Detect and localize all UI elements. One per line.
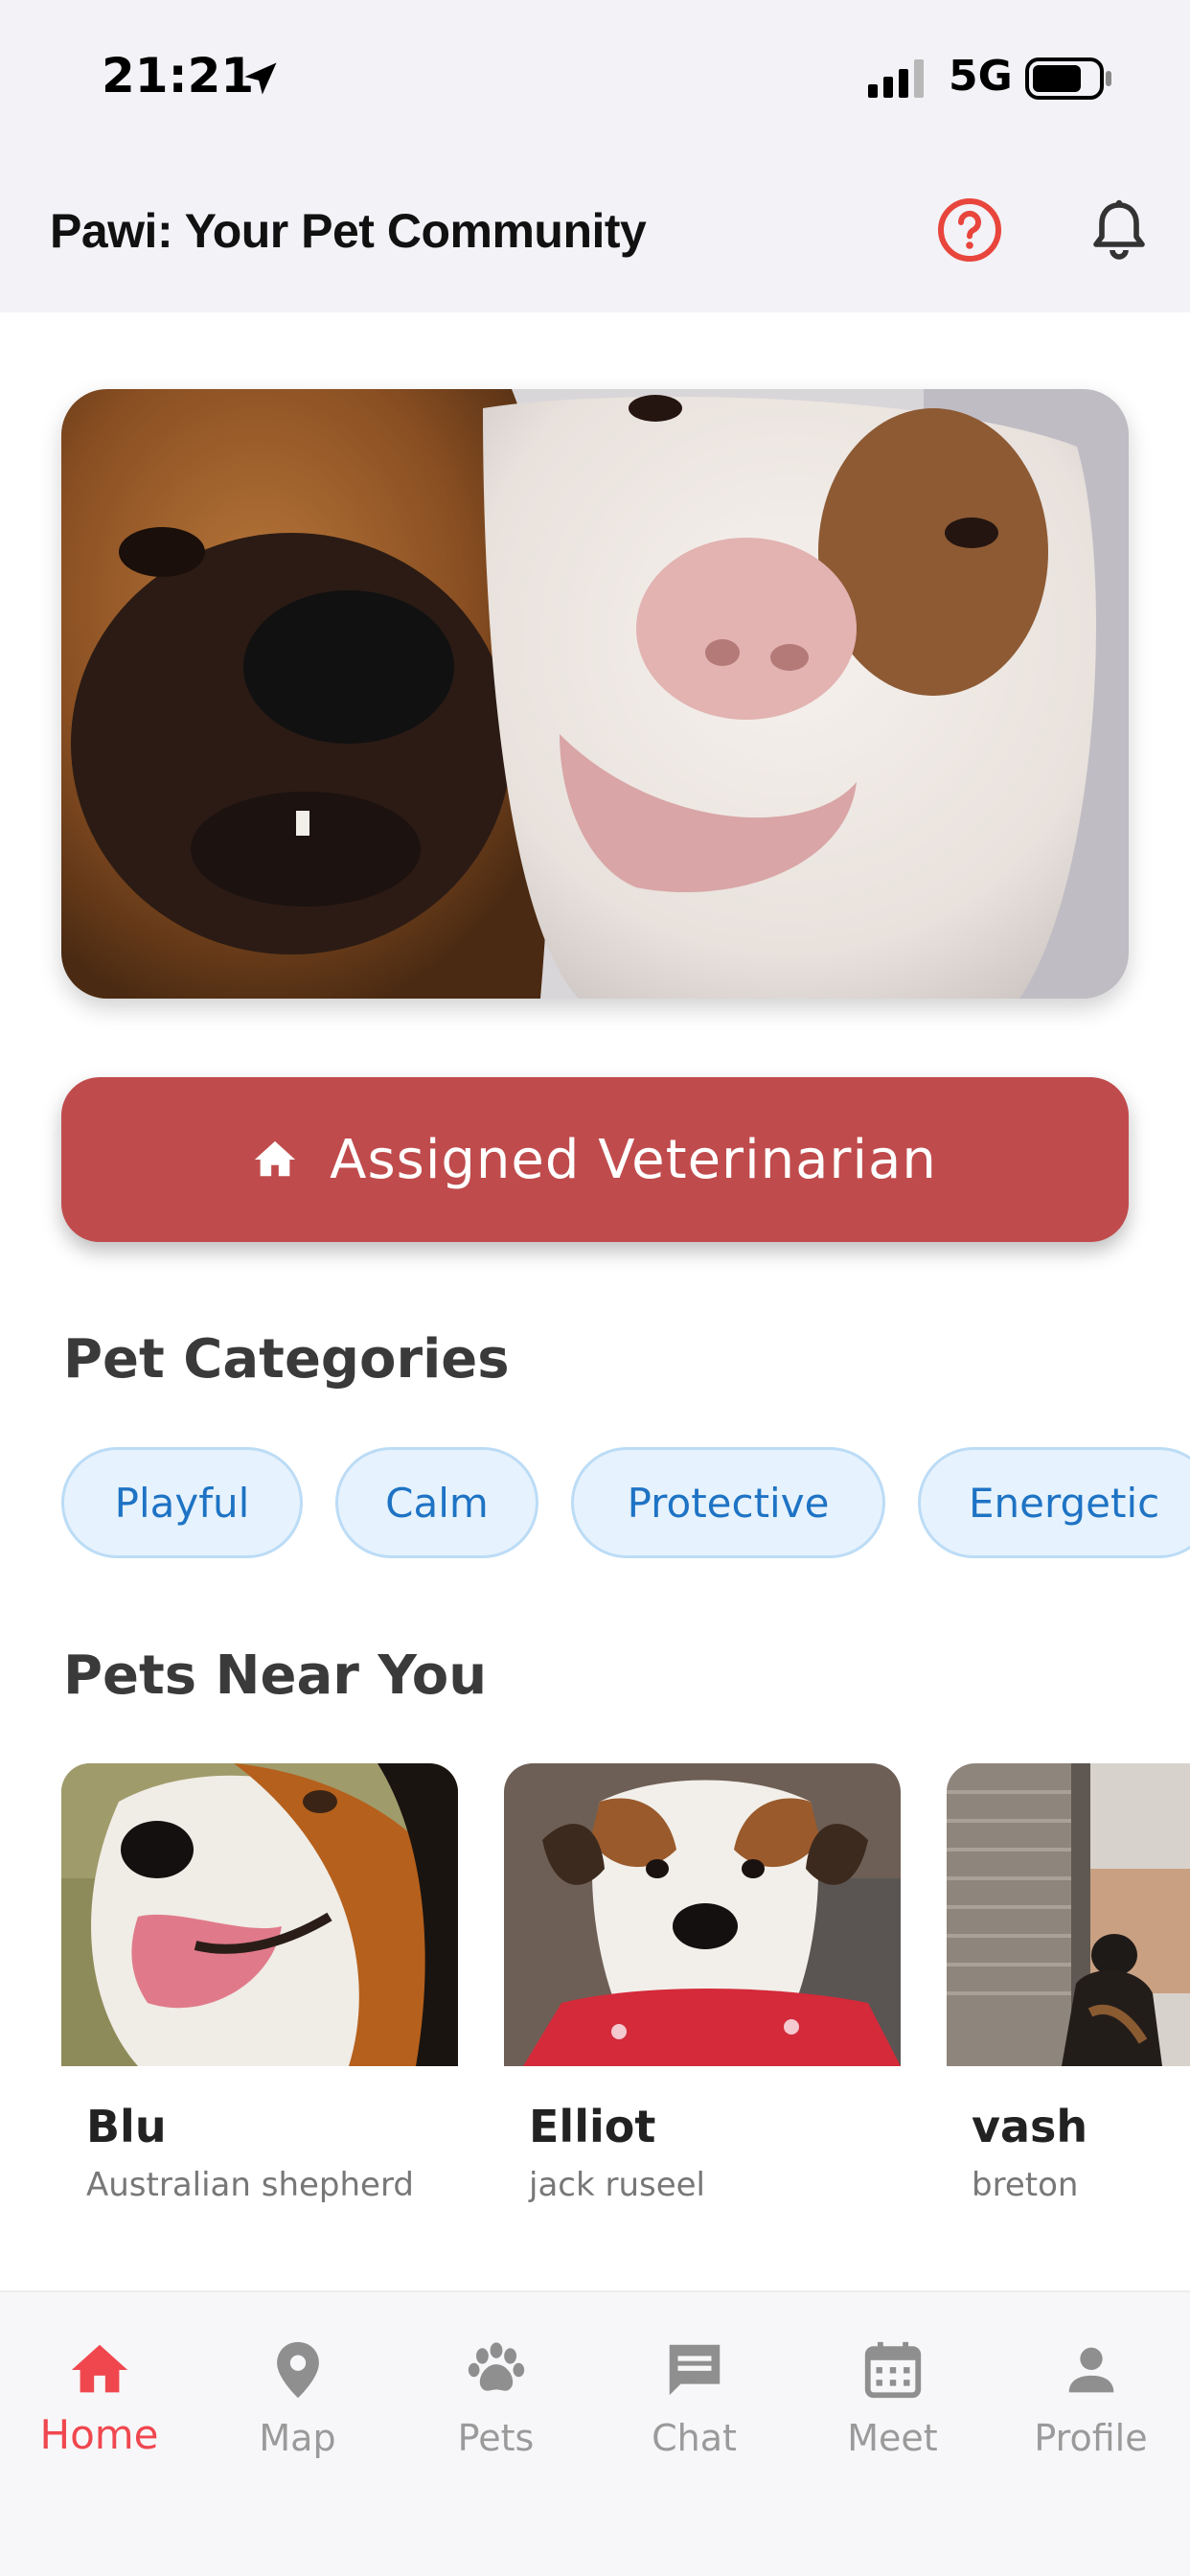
- pet-name: vash: [972, 2101, 1088, 2152]
- nav-label: Meet: [847, 2417, 938, 2459]
- signal-icon: [868, 59, 924, 98]
- pet-card[interactable]: Elliot jack ruseel: [504, 1763, 901, 2204]
- status-time: 21:21: [102, 48, 255, 104]
- nav-label: Profile: [1034, 2417, 1148, 2459]
- home-icon: [71, 2344, 127, 2393]
- assigned-veterinarian-button[interactable]: Assigned Veterinarian: [61, 1077, 1129, 1242]
- nav-item-home[interactable]: Home: [0, 2325, 198, 2497]
- location-arrow-icon: [244, 62, 277, 95]
- nav-item-chat[interactable]: Chat: [595, 2325, 793, 2497]
- nav-item-map[interactable]: Map: [198, 2325, 397, 2497]
- pet-card[interactable]: Blu Australian shepherd: [61, 1763, 458, 2204]
- nav-label: Pets: [457, 2417, 535, 2459]
- network-type: 5G: [949, 52, 1013, 101]
- nav-label: Home: [39, 2411, 159, 2458]
- pet-categories-title: Pet Categories: [63, 1328, 510, 1391]
- pet-breed: Australian shepherd: [86, 2166, 414, 2204]
- battery-icon: [1025, 58, 1111, 100]
- pet-card[interactable]: vash breton: [947, 1763, 1190, 2204]
- app-title: Pawi: Your Pet Community: [50, 204, 647, 258]
- calendar-icon: [864, 2341, 921, 2399]
- person-icon: [1068, 2347, 1113, 2393]
- dogs-photo-illustration: [61, 389, 1129, 999]
- pet-photo: [61, 1763, 458, 2066]
- category-chip-calm[interactable]: Calm: [335, 1447, 538, 1558]
- help-circle-icon[interactable]: [935, 196, 1004, 264]
- paw-icon: [468, 2342, 524, 2391]
- category-chip-energetic[interactable]: Energetic: [918, 1447, 1190, 1558]
- nav-label: Chat: [652, 2417, 737, 2459]
- nav-item-meet[interactable]: Meet: [793, 2325, 992, 2497]
- nav-item-pets[interactable]: Pets: [397, 2325, 595, 2497]
- pet-breed: breton: [972, 2166, 1079, 2204]
- bell-icon[interactable]: [1085, 196, 1154, 264]
- category-chip-playful[interactable]: Playful: [61, 1447, 303, 1558]
- app-screen: 21:21 5G Pawi: Your Pet Community Assign…: [0, 0, 1190, 2576]
- hero-photo: [61, 389, 1129, 999]
- category-chip-protective[interactable]: Protective: [571, 1447, 885, 1558]
- assigned-veterinarian-label: Assigned Veterinarian: [330, 1128, 937, 1191]
- pet-photo: [504, 1763, 901, 2066]
- nav-item-profile[interactable]: Profile: [992, 2325, 1190, 2497]
- nav-label: Map: [259, 2417, 336, 2459]
- pets-near-you-title: Pets Near You: [63, 1644, 488, 1707]
- chat-icon: [669, 2344, 720, 2396]
- home-icon: [255, 1140, 296, 1177]
- app-header: Pawi: Your Pet Community: [0, 153, 1190, 312]
- status-bar: 21:21 5G: [0, 0, 1190, 153]
- map-pin-icon: [276, 2341, 319, 2399]
- pet-name: Blu: [86, 2101, 167, 2152]
- pet-photo: [947, 1763, 1190, 2066]
- pet-breed: jack ruseel: [529, 2166, 705, 2204]
- pet-name: Elliot: [529, 2101, 656, 2152]
- bottom-nav: Home Map Pets Chat Meet Profile: [0, 2290, 1190, 2576]
